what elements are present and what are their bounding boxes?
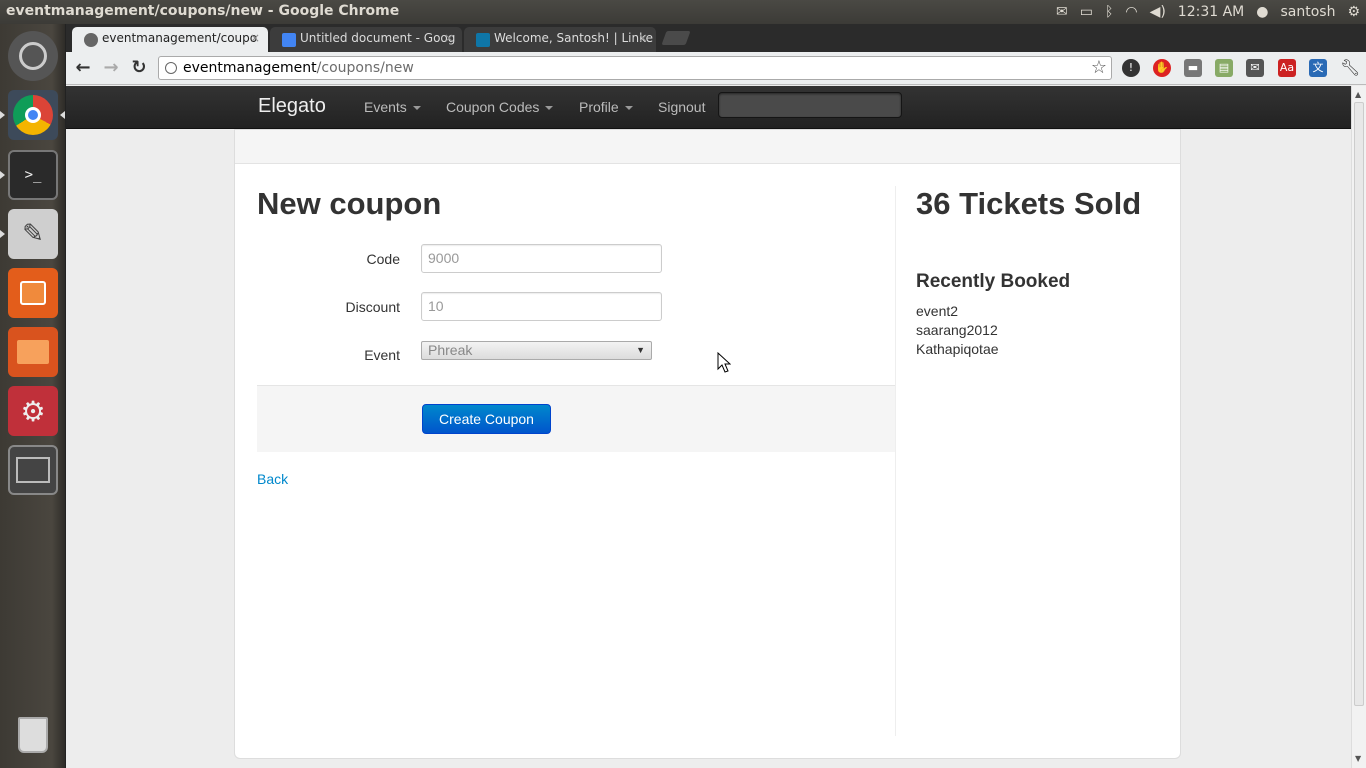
tab-linkedin[interactable]: Welcome, Santosh! | Linke × [464,27,656,52]
nav-label: Events [364,99,407,115]
subnav-bar [235,130,1180,164]
mouse-cursor-icon [717,352,731,373]
bluetooth-icon[interactable]: ᛒ [1105,4,1113,20]
code-input[interactable]: 9000 [421,244,662,273]
bookmark-star-icon[interactable]: ☆ [1091,57,1107,79]
scroll-up-arrow-icon[interactable]: ▲ [1355,90,1361,99]
list-item: saarang2012 [916,322,998,338]
event-select[interactable]: Phreak ▼ [421,341,652,360]
running-indicator [0,171,5,179]
recently-booked-heading: Recently Booked [916,271,1071,292]
nav-signout-link[interactable]: Signout [658,99,705,115]
dictionary-extension-icon[interactable]: Aa [1278,59,1296,77]
tab-label: Untitled document - Goog [300,31,456,45]
chrome-icon[interactable] [8,90,58,140]
reload-icon[interactable]: ↻ [128,57,150,79]
wrench-menu-icon[interactable]: 🔧︎ [1340,59,1360,77]
list-item: event2 [916,303,959,319]
tab-label: eventmanagement/coupo [102,31,258,45]
nav-label: Coupon Codes [446,99,540,115]
mail-icon[interactable]: ✉ [1056,4,1068,20]
recently-booked-list: event2 saarang2012 Kathapiqotae [916,302,999,359]
terminal-icon[interactable]: >_ [8,150,58,200]
extension-alert-icon[interactable]: ! [1122,59,1140,77]
event-selected-value: Phreak [428,342,473,358]
nav-coupon-codes-dropdown[interactable]: Coupon Codes [446,99,554,115]
extension-bar-icon[interactable]: ▬ [1184,59,1202,77]
discount-label: Discount [345,299,400,315]
user-icon: ● [1256,4,1269,20]
software-center-icon[interactable] [8,268,58,318]
dash-home-icon[interactable] [8,31,58,81]
page-viewport: Elegato Events Coupon Codes Profile Sign… [66,86,1351,768]
address-bar[interactable]: eventmanagement/coupons/new ☆ [158,56,1112,80]
tab-eventmanagement[interactable]: eventmanagement/coupo × [72,27,268,52]
extension-notes-icon[interactable]: ▤ [1215,59,1233,77]
nav-label: Profile [579,99,619,115]
caret-down-icon [545,106,554,111]
page-title: New coupon [257,186,442,221]
site-navbar: Elegato Events Coupon Codes Profile Sign… [66,86,1351,129]
system-top-panel: eventmanagement/coupons/new - Google Chr… [0,0,1366,24]
workspace-switcher-icon[interactable] [8,445,58,495]
nav-events-dropdown[interactable]: Events [364,99,421,115]
text-editor-icon[interactable]: ✎ [8,209,58,259]
navbar-search-input[interactable] [718,92,902,118]
battery-icon[interactable]: ▭ [1080,4,1093,20]
nav-profile-dropdown[interactable]: Profile [579,99,633,115]
code-placeholder: 9000 [428,250,460,266]
new-tab-button[interactable] [661,31,691,45]
tickets-sold-heading: 36 Tickets Sold [916,186,1142,221]
url-host: eventmanagement [183,60,317,76]
running-indicator [0,111,5,119]
page-container: New coupon Code 9000 Discount 10 Event P… [234,129,1181,759]
close-tab-icon[interactable]: × [444,31,454,45]
wifi-icon[interactable]: ◠ [1125,4,1137,20]
back-arrow-icon[interactable]: ← [72,57,94,79]
select-arrow-icon: ▼ [636,345,645,355]
scroll-down-arrow-icon[interactable]: ▼ [1355,754,1361,763]
create-coupon-button[interactable]: Create Coupon [422,404,551,434]
tab-google-docs[interactable]: Untitled document - Goog × [270,27,462,52]
adblock-extension-icon[interactable]: ✋ [1153,59,1171,77]
back-link[interactable]: Back [257,471,288,487]
discount-input[interactable]: 10 [421,292,662,321]
page-scrollbar[interactable]: ▲ ▼ [1351,86,1366,768]
forward-arrow-icon[interactable]: → [100,57,122,79]
trash-icon[interactable] [8,710,58,760]
event-label: Event [364,347,400,363]
url-path: /coupons/new [316,60,414,76]
clock[interactable]: 12:31 AM [1178,4,1244,20]
volume-icon[interactable]: ◀) [1150,4,1166,20]
unity-launcher: >_ ✎ ⚙ [0,24,66,768]
user-name[interactable]: santosh [1280,4,1335,20]
close-tab-icon[interactable]: × [638,31,648,45]
close-tab-icon[interactable]: × [250,31,260,45]
browser-toolbar: ← → ↻ eventmanagement/coupons/new ☆ ! ✋ … [66,52,1366,85]
discount-placeholder: 10 [428,298,444,314]
list-item: Kathapiqotae [916,341,999,357]
power-gear-icon[interactable]: ⚙ [1347,4,1360,20]
form-actions: Create Coupon [257,385,895,452]
home-folder-icon[interactable] [8,327,58,377]
sidebar-divider [895,186,896,736]
window-title: eventmanagement/coupons/new - Google Chr… [6,3,400,19]
brand-logo[interactable]: Elegato [258,95,326,118]
browser-tab-strip: eventmanagement/coupo × Untitled documen… [66,24,1366,52]
page-info-icon[interactable] [165,62,177,74]
linkedin-favicon-icon [476,33,490,47]
caret-down-icon [412,106,421,111]
loading-favicon-icon [84,33,98,47]
gmail-checker-icon[interactable]: ✉ [1246,59,1264,77]
tab-label: Welcome, Santosh! | Linke [494,31,654,45]
code-label: Code [366,251,400,267]
active-indicator [60,111,65,119]
caret-down-icon [624,106,633,111]
translate-extension-icon[interactable]: 文 [1309,59,1327,77]
scrollbar-thumb[interactable] [1354,102,1364,706]
system-settings-icon[interactable]: ⚙ [8,386,58,436]
running-indicator [0,230,5,238]
google-docs-favicon-icon [282,33,296,47]
system-indicators: ✉ ▭ ᛒ ◠ ◀) 12:31 AM ● santosh ⚙ [1056,0,1360,24]
